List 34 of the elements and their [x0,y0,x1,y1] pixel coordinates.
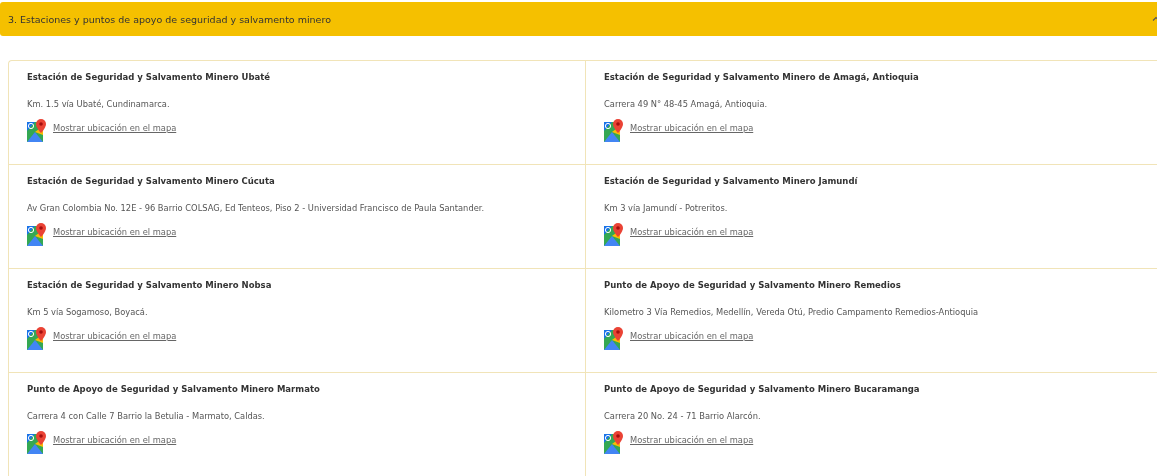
station-address: Carrera 49 N° 48-45 Amagá, Antioquia. [604,99,769,109]
station-name: Estación de Seguridad y Salvamento Minero Nobsa [27,280,273,290]
map-link[interactable]: Mostrar ubicación en el mapa [53,331,177,341]
map-pin-icon [604,431,624,455]
map-link[interactable]: Mostrar ubicación en el mapa [630,331,754,341]
map-pin-icon [27,119,47,143]
section-title: 3. Estaciones y puntos de apoyo de seguridad y salvamento minero [8,13,331,25]
station-name: Estación de Seguridad y Salvamento Minero Jamundí [604,176,859,186]
station-address: Carrera 4 con Calle 7 Barrio la Betulia - Marmato, Caldas. [27,411,266,421]
station-address: Km. 1.5 vía Ubaté, Cundinamarca. [27,99,171,109]
map-pin-icon [27,327,47,351]
map-link[interactable]: Mostrar ubicación en el mapa [630,227,754,237]
station-address: Av Gran Colombia No. 12E - 96 Barrio COLSAG, Ed Tenteos, Piso 2 - Universidad Francisco de Paula Santander. [27,203,486,213]
map-pin-icon [604,327,624,351]
accordion-header[interactable]: 3. Estaciones y puntos de apoyo de seguridad y salvamento minero [0,2,1157,36]
station-name: Estación de Seguridad y Salvamento Minero Ubaté [27,72,272,82]
station-name: Punto de Apoyo de Seguridad y Salvamento Minero Marmato [27,384,321,394]
map-pin-icon [604,119,624,143]
map-link[interactable]: Mostrar ubicación en el mapa [53,435,177,445]
map-link[interactable]: Mostrar ubicación en el mapa [53,227,177,237]
station-address: Km 3 vía Jamundí - Potreritos. [604,203,729,213]
station-name: Punto de Apoyo de Seguridad y Salvamento Minero Remedios [604,280,902,290]
map-pin-icon [27,431,47,455]
station-name: Estación de Seguridad y Salvamento Minero Cúcuta [27,176,276,186]
map-pin-icon [604,223,624,247]
map-link[interactable]: Mostrar ubicación en el mapa [630,123,754,133]
station-name: Punto de Apoyo de Seguridad y Salvamento Minero Bucaramanga [604,384,921,394]
station-address: Kilometro 3 Vía Remedios, Medellín, Vereda Otú, Predio Campamento Remedios-Antioquia [604,307,980,317]
station-address: Km 5 vía Sogamoso, Boyacá. [27,307,149,317]
map-link[interactable]: Mostrar ubicación en el mapa [630,435,754,445]
map-link[interactable]: Mostrar ubicación en el mapa [53,123,177,133]
station-address: Carrera 20 No. 24 - 71 Barrio Alarcón. [604,411,762,421]
station-name: Estación de Seguridad y Salvamento Minero de Amagá, Antioquia [604,72,920,82]
map-pin-icon [27,223,47,247]
